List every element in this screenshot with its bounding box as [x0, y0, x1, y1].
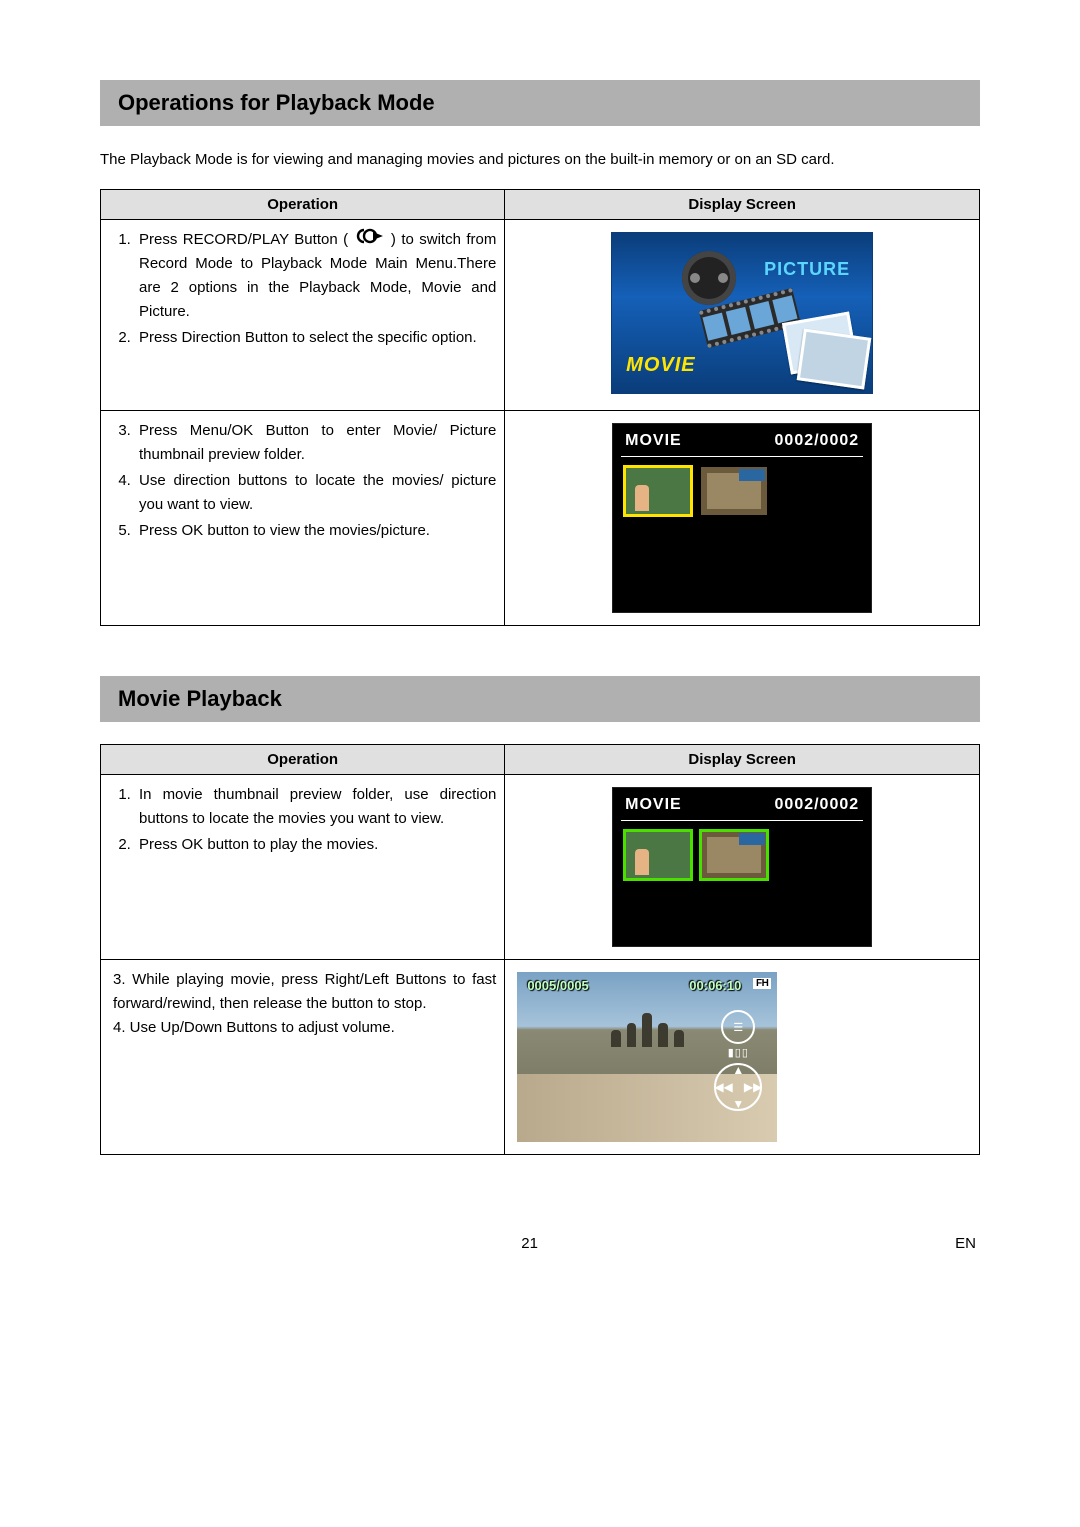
- step-3: Press Menu/OK Button to enter Movie/ Pic…: [135, 419, 496, 467]
- quality-badge: FH: [753, 978, 771, 989]
- table-movie-playback: Operation Display Screen In movie thumbn…: [100, 744, 980, 1155]
- display-movie-thumbs: MOVIE 0002/0002: [612, 787, 872, 947]
- play-counter: 0005/0005: [527, 978, 588, 993]
- col-operation: Operation: [101, 190, 505, 220]
- section-heading-playback: Operations for Playback Mode: [100, 80, 980, 126]
- volume-icon: ☰: [721, 1010, 755, 1044]
- table-playback-ops: Operation Display Screen Press RECORD/PL…: [100, 189, 980, 626]
- play-time: 00:06:10: [689, 978, 741, 993]
- thumbnail-selected: [701, 831, 767, 879]
- page-number: 21: [104, 1235, 955, 1252]
- step-1: Press RECORD/PLAY Button ( ) to switch f…: [135, 228, 496, 324]
- scene-graphic: [611, 1013, 684, 1047]
- lang-code: EN: [955, 1235, 976, 1252]
- thumb-counter: 0002/0002: [775, 432, 860, 450]
- battery-icon: ▮▯▯: [709, 1046, 767, 1059]
- thumb-title: MOVIE: [625, 796, 682, 814]
- step-2: Press Direction Button to select the spe…: [135, 326, 496, 350]
- col-operation: Operation: [101, 745, 505, 775]
- col-display-screen: Display Screen: [505, 745, 980, 775]
- thumbnail-selected: [625, 831, 691, 879]
- thumbnail-selected: [625, 467, 691, 515]
- section-heading-movie: Movie Playback: [100, 676, 980, 722]
- step-5: Press OK button to view the movies/pictu…: [135, 519, 496, 543]
- controls-overlay: ☰ ▮▯▯ ▲▼◀◀▶▶: [709, 1010, 767, 1111]
- movie-step-4: 4. Use Up/Down Buttons to adjust volume.: [113, 1016, 496, 1040]
- thumb-counter: 0002/0002: [775, 796, 860, 814]
- display-thumbnail-folder: MOVIE 0002/0002: [612, 423, 872, 613]
- movie-step-3: 3. While playing movie, press Right/Left…: [113, 968, 496, 1016]
- dpad-icon: ▲▼◀◀▶▶: [714, 1063, 762, 1111]
- intro-text: The Playback Mode is for viewing and man…: [100, 148, 980, 171]
- movie-step-2: Press OK button to play the movies.: [135, 833, 496, 857]
- menu-movie-label: MOVIE: [626, 354, 695, 377]
- thumb-title: MOVIE: [625, 432, 682, 450]
- movie-step-1: In movie thumbnail preview folder, use d…: [135, 783, 496, 831]
- picture-stack-icon: [792, 317, 872, 387]
- display-main-menu: PICTURE MOVIE: [611, 232, 873, 394]
- col-display-screen: Display Screen: [505, 190, 980, 220]
- display-movie-playing: 0005/0005 00:06:10 FH ☰ ▮▯▯ ▲▼◀◀▶▶: [517, 972, 777, 1142]
- step-4: Use direction buttons to locate the movi…: [135, 469, 496, 517]
- record-play-icon: [356, 228, 384, 252]
- thumbnail: [701, 467, 767, 515]
- page-footer: 21 EN: [100, 1205, 980, 1252]
